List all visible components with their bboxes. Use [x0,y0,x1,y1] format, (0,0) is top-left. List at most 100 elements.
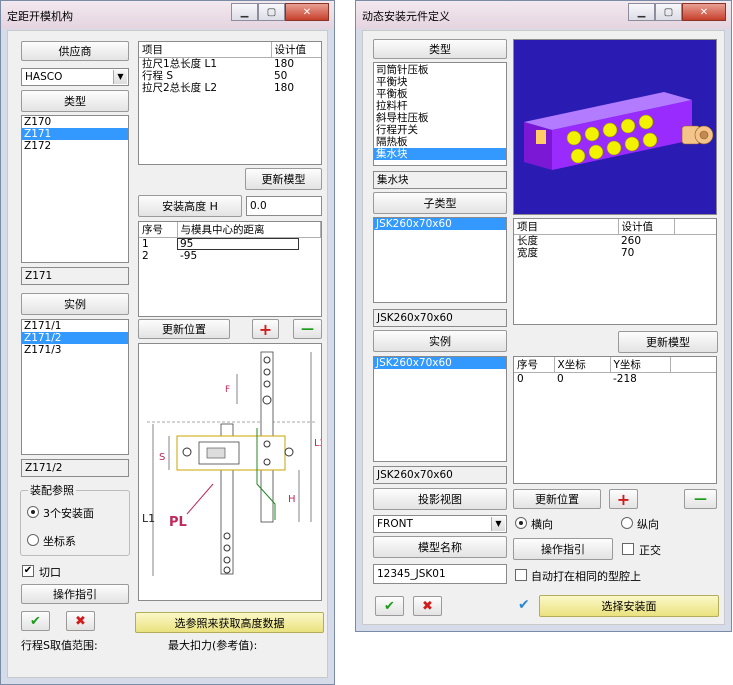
install-height-input[interactable]: 0.0 [246,196,322,216]
radio-coord[interactable] [27,534,39,546]
ok-button[interactable]: ✔ [21,611,50,631]
list-item[interactable]: 斜导柱压板 [374,112,506,124]
radio-vertical[interactable] [621,517,633,529]
supplier-button[interactable]: 供应商 [21,41,129,61]
model-name-button[interactable]: 模型名称 [373,536,507,558]
list-item[interactable]: 隔热板 [374,136,506,148]
param-value[interactable]: 50 [271,70,321,82]
pos-index: 2 [142,250,149,262]
list-item[interactable]: Z172 [22,140,128,152]
list-item-selected[interactable]: JSK260x70x60 [374,218,506,230]
auto-open-checkbox[interactable] [515,569,527,581]
cancel-button[interactable]: ✖ [413,596,442,616]
guide-button[interactable]: 操作指引 [513,538,613,560]
param-value[interactable]: 70 [618,247,674,259]
diagram-label-l2: L2 [314,438,321,449]
param-table[interactable]: 项目 设计值 拉尺1总长度 L1 180 行程 S 50 拉尺2总长度 L2 180 [138,41,322,165]
update-position-button[interactable]: 更新位置 [138,319,230,339]
instance-button[interactable]: 实例 [21,293,129,315]
list-item[interactable]: Z171/1 [22,320,128,332]
update-position-button[interactable]: 更新位置 [513,489,601,509]
list-item[interactable]: Z171/3 [22,344,128,356]
list-item-selected[interactable]: 集水块 [374,148,506,160]
close-button[interactable]: ✕ [682,3,726,21]
pos-distance-cell[interactable]: 95 [177,238,321,250]
param-value[interactable]: 180 [271,58,321,71]
table-row[interactable]: 1 95 [139,238,321,250]
instance-button[interactable]: 实例 [373,330,507,352]
remove-row-button[interactable]: — [293,319,322,339]
pos-x[interactable]: 0 [554,373,610,386]
subtype-list[interactable]: JSK260x70x60 [373,217,507,303]
chevron-down-icon[interactable]: ▼ [491,517,505,531]
list-item[interactable]: 司筒针压板 [374,64,506,76]
right-titlebar[interactable]: 动态安装元件定义 ▁ ▢ ✕ [356,1,731,29]
select-ref-button[interactable]: 选参照来获取高度数据 [135,612,324,633]
update-model-button[interactable]: 更新模型 [618,331,718,353]
orthogonal-checkbox[interactable] [622,543,634,555]
type-button[interactable]: 类型 [21,90,129,112]
type-button[interactable]: 类型 [373,39,507,59]
chevron-down-icon[interactable]: ▼ [113,70,127,84]
guide-button[interactable]: 操作指引 [21,584,129,604]
add-row-button[interactable]: + [609,489,638,509]
right-window: 动态安装元件定义 ▁ ▢ ✕ 类型 司筒针压板 平衡块 平衡板 拉料杆 斜导柱压… [355,0,732,632]
param-name: 长度 [517,235,538,247]
block-side [524,122,552,170]
instance-list[interactable]: JSK260x70x60 [373,356,507,462]
maximize-button[interactable]: ▢ [258,3,285,21]
list-item-selected[interactable]: Z171/2 [22,332,128,344]
ok-button[interactable]: ✔ [375,596,404,616]
pos-y[interactable]: -218 [610,373,670,386]
projection-button[interactable]: 投影视图 [373,488,507,510]
remove-row-button[interactable]: — [684,489,717,509]
table-row[interactable]: 拉尺2总长度 L2 180 [139,82,321,94]
list-item-selected[interactable]: Z171 [22,128,128,140]
param-table[interactable]: 项目 设计值 长度 260 宽度 70 [513,218,717,325]
position-table[interactable]: 序号 X坐标 Y坐标 0 0 -218 [513,356,717,484]
projection-select[interactable]: FRONT ▼ [373,515,507,533]
model-name-input[interactable]: 12345_JSK01 [373,564,507,584]
preview-drawing [524,92,714,170]
table-row[interactable]: 2 -95 [139,250,321,262]
cut-checkbox[interactable]: ✔ [22,565,34,577]
param-value[interactable]: 260 [618,235,674,248]
pos-distance[interactable]: -95 [177,250,321,262]
pos-distance-editing[interactable]: 95 [177,238,299,250]
instance-selected-field: JSK260x70x60 [373,466,507,484]
select-face-button[interactable]: 选择安装面 [539,595,719,617]
table-row[interactable]: 行程 S 50 [139,70,321,82]
type-list[interactable]: 司筒针压板 平衡块 平衡板 拉料杆 斜导柱压板 行程开关 隔热板 集水块 [373,62,507,166]
col-x: X坐标 [554,357,611,373]
left-titlebar[interactable]: 定距开模机构 ▁ ▢ ✕ [1,1,334,29]
radio-three-faces-label: 3个安装面 [43,507,94,520]
table-row[interactable]: 长度 260 [514,235,716,248]
list-item[interactable]: 行程开关 [374,124,506,136]
minimize-button[interactable]: ▁ [231,3,258,21]
close-button[interactable]: ✕ [285,3,329,21]
position-table[interactable]: 序号 与模具中心的距离 1 95 2 -95 [138,221,322,317]
type-list[interactable]: Z170 Z171 Z172 [21,115,129,263]
minimize-button[interactable]: ▁ [628,3,655,21]
supplier-select[interactable]: HASCO ▼ [21,68,129,86]
check-icon[interactable]: ✔ [518,597,530,613]
radio-coord-label: 坐标系 [43,535,76,548]
list-item[interactable]: Z170 [22,116,128,128]
list-item[interactable]: 平衡块 [374,76,506,88]
table-row[interactable]: 宽度 70 [514,247,716,259]
list-item[interactable]: 拉料杆 [374,100,506,112]
table-row[interactable]: 拉尺1总长度 L1 180 [139,58,321,71]
subtype-button[interactable]: 子类型 [373,192,507,214]
list-item-selected[interactable]: JSK260x70x60 [374,357,506,369]
list-item[interactable]: 平衡板 [374,88,506,100]
radio-horizontal[interactable] [515,517,527,529]
add-row-button[interactable]: + [252,319,279,339]
cancel-button[interactable]: ✖ [66,611,95,631]
instance-list[interactable]: Z171/1 Z171/2 Z171/3 [21,319,129,455]
radio-three-faces[interactable] [27,506,39,518]
param-value[interactable]: 180 [271,82,321,94]
update-model-button[interactable]: 更新模型 [245,168,322,190]
install-height-button[interactable]: 安装高度 H [138,195,242,217]
table-row[interactable]: 0 0 -218 [514,373,716,386]
maximize-button[interactable]: ▢ [655,3,682,21]
